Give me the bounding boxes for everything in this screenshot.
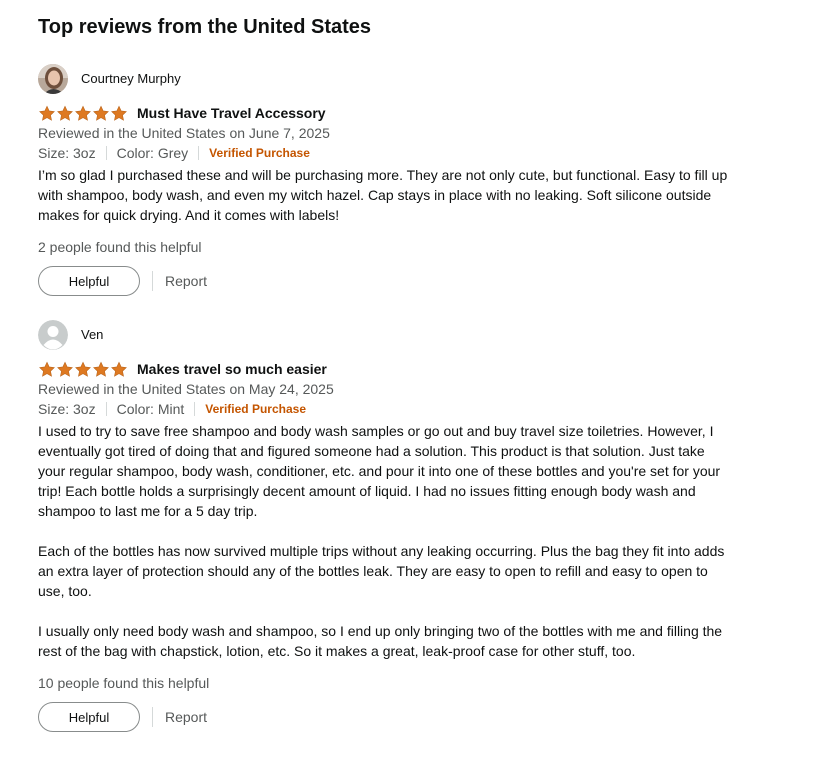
review-date: Reviewed in the United States on June 7,… bbox=[38, 125, 330, 141]
section-title: Top reviews from the United States bbox=[38, 16, 372, 38]
star-rating[interactable] bbox=[38, 361, 128, 378]
star-icon bbox=[38, 361, 56, 378]
divider bbox=[105, 402, 107, 416]
avatar bbox=[38, 64, 68, 94]
variant-size[interactable]: Size: 3oz bbox=[38, 399, 96, 419]
avatar-photo-icon bbox=[38, 64, 68, 94]
helpful-button[interactable]: Helpful bbox=[38, 266, 140, 296]
star-icon bbox=[110, 105, 128, 122]
helpful-button[interactable]: Helpful bbox=[38, 702, 140, 732]
review-paragraph: I usually only need body wash and shampo… bbox=[38, 623, 723, 659]
variant-color[interactable]: Color: Mint bbox=[117, 399, 185, 419]
review-paragraph: I’m so glad I purchased these and will b… bbox=[38, 167, 728, 223]
star-icon bbox=[74, 105, 92, 122]
review-title[interactable]: Makes travel so much easier bbox=[137, 360, 327, 378]
review-actions: Helpful Report bbox=[38, 702, 791, 732]
divider bbox=[194, 402, 196, 416]
reviewer-profile[interactable]: Ven bbox=[38, 318, 791, 352]
review-title[interactable]: Must Have Travel Accessory bbox=[137, 104, 326, 122]
review-body: I’m so glad I purchased these and will b… bbox=[38, 165, 728, 225]
review-title-row: Makes travel so much easier bbox=[38, 359, 791, 379]
star-rating[interactable] bbox=[38, 105, 128, 122]
variant-row: Size: 3oz Color: Grey Verified Purchase bbox=[38, 143, 791, 163]
divider bbox=[152, 271, 153, 291]
star-icon bbox=[38, 105, 56, 122]
review-title-row: Must Have Travel Accessory bbox=[38, 103, 791, 123]
variant-row: Size: 3oz Color: Mint Verified Purchase bbox=[38, 399, 791, 419]
avatar bbox=[38, 320, 68, 350]
divider bbox=[198, 146, 200, 160]
divider bbox=[105, 146, 107, 160]
review-actions: Helpful Report bbox=[38, 266, 791, 296]
reviewer-name: Courtney Murphy bbox=[81, 71, 181, 86]
review-paragraph: Each of the bottles has now survived mul… bbox=[38, 543, 725, 599]
helpful-count: 10 people found this helpful bbox=[38, 675, 210, 691]
review-body: I used to try to save free shampoo and b… bbox=[38, 421, 728, 661]
helpful-count: 2 people found this helpful bbox=[38, 239, 202, 255]
reviewer-name: Ven bbox=[81, 327, 104, 342]
review-paragraph: I used to try to save free shampoo and b… bbox=[38, 423, 721, 519]
star-icon bbox=[74, 361, 92, 378]
divider bbox=[152, 707, 153, 727]
default-avatar-icon bbox=[38, 320, 68, 350]
reviewer-profile[interactable]: Courtney Murphy bbox=[38, 62, 791, 96]
star-icon bbox=[92, 105, 110, 122]
star-icon bbox=[56, 105, 74, 122]
star-icon bbox=[56, 361, 74, 378]
verified-purchase-badge: Verified Purchase bbox=[205, 402, 306, 416]
variant-size[interactable]: Size: 3oz bbox=[38, 143, 96, 163]
report-link[interactable]: Report bbox=[165, 709, 207, 725]
reviews-page: Top reviews from the United States Court… bbox=[0, 0, 791, 732]
report-link[interactable]: Report bbox=[165, 273, 207, 289]
review-card: Courtney Murphy Must Have Travel Accesso… bbox=[38, 62, 791, 296]
variant-color[interactable]: Color: Grey bbox=[117, 143, 189, 163]
star-icon bbox=[92, 361, 110, 378]
review-date: Reviewed in the United States on May 24,… bbox=[38, 381, 334, 397]
verified-purchase-badge: Verified Purchase bbox=[209, 146, 310, 160]
review-card: Ven Makes travel so much easier Reviewed… bbox=[38, 318, 791, 732]
star-icon bbox=[110, 361, 128, 378]
